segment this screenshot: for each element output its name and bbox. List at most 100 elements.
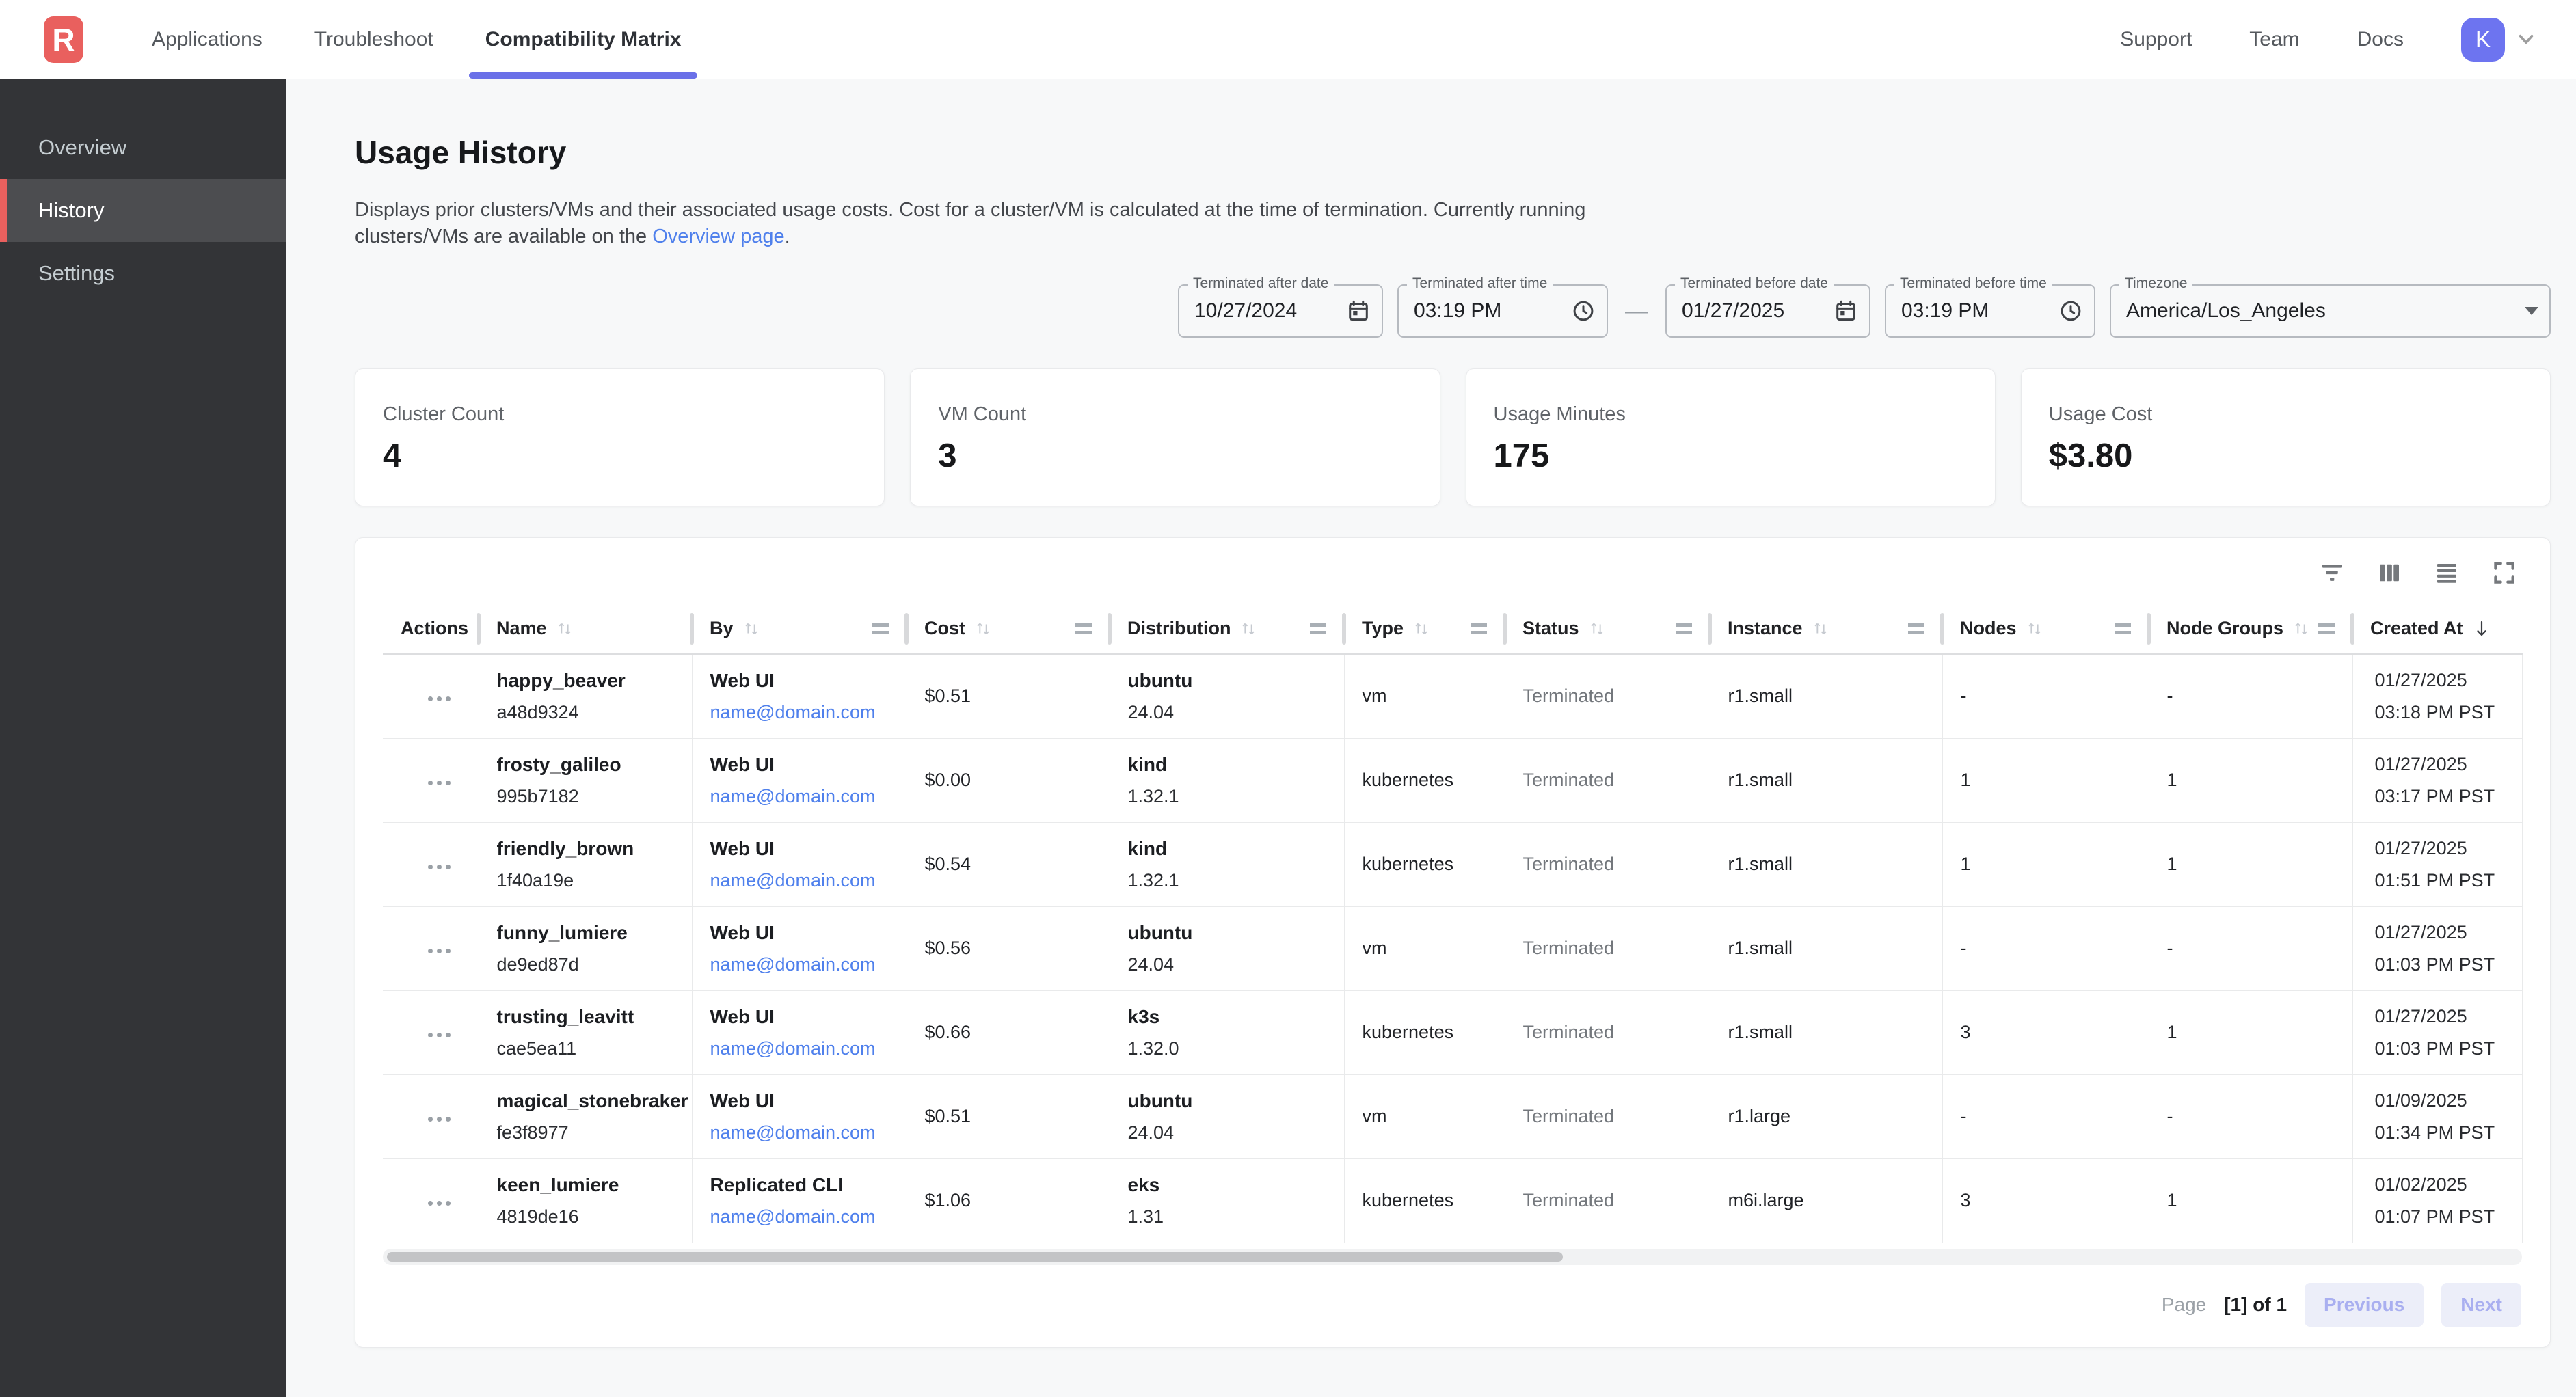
column-drag-handle[interactable]: [1908, 623, 1924, 634]
stat-value: $3.80: [2049, 437, 2523, 475]
sidebar-item-settings[interactable]: Settings: [0, 242, 286, 305]
column-drag-handle[interactable]: [872, 623, 889, 634]
row-actions-button[interactable]: [424, 1026, 455, 1044]
terminated-before-time-input[interactable]: Terminated before time 03:19 PM: [1885, 284, 2095, 338]
created-by-email-link[interactable]: name@domain.com: [710, 1033, 907, 1065]
stat-label: Usage Minutes: [1494, 403, 1968, 426]
row-actions-button[interactable]: [424, 942, 455, 960]
sidebar-item-overview[interactable]: Overview: [0, 116, 286, 179]
calendar-icon[interactable]: [1834, 299, 1858, 323]
filter-icon[interactable]: [2316, 557, 2348, 588]
sort-desc-icon[interactable]: [2471, 619, 2492, 639]
tab-troubleshoot[interactable]: Troubleshoot: [298, 0, 450, 79]
overview-page-link[interactable]: Overview page: [652, 226, 784, 247]
horizontal-scrollbar-track[interactable]: [383, 1249, 2522, 1265]
next-page-button[interactable]: Next: [2441, 1283, 2521, 1327]
row-actions-button[interactable]: [424, 1194, 455, 1212]
main-content: Usage History Displays prior clusters/VM…: [286, 79, 2576, 1397]
row-actions-button[interactable]: [424, 858, 455, 876]
sort-icon[interactable]: [742, 619, 761, 638]
terminated-before-date-input[interactable]: Terminated before date 01/27/2025: [1665, 284, 1870, 338]
sort-icon[interactable]: [1587, 619, 1607, 638]
type-cell: kubernetes: [1344, 822, 1505, 906]
stat-value: 4: [383, 437, 857, 475]
sort-icon[interactable]: [1412, 619, 1431, 638]
terminated-after-time-input[interactable]: Terminated after time 03:19 PM: [1397, 284, 1608, 338]
column-header-cost[interactable]: Cost: [907, 603, 1110, 654]
fullscreen-icon[interactable]: [2488, 557, 2520, 588]
sort-icon[interactable]: [2292, 619, 2311, 638]
created-date: 01/27/2025: [2375, 1001, 2522, 1033]
column-drag-handle[interactable]: [1075, 623, 1092, 634]
cluster-name: trusting_leavitt: [497, 1001, 692, 1033]
row-actions-button[interactable]: [424, 690, 455, 708]
column-header-nodes[interactable]: Nodes: [1942, 603, 2149, 654]
created-date: 01/09/2025: [2375, 1085, 2522, 1117]
tab-applications[interactable]: Applications: [135, 0, 279, 79]
table-toolbar: [383, 557, 2523, 588]
created-time: 01:03 PM PST: [2375, 949, 2522, 981]
created-by-email-link[interactable]: name@domain.com: [710, 949, 907, 981]
chevron-down-icon[interactable]: [2514, 28, 2538, 51]
node-groups-cell: -: [2149, 906, 2352, 990]
sort-icon[interactable]: [1811, 619, 1830, 638]
created-time: 01:51 PM PST: [2375, 865, 2522, 897]
nav-right-links: Support Team Docs K: [2120, 0, 2538, 79]
stat-card-cluster-count: Cluster Count 4: [355, 368, 885, 506]
sort-icon[interactable]: [2025, 619, 2044, 638]
horizontal-scrollbar-thumb[interactable]: [387, 1252, 1563, 1262]
timezone-select[interactable]: Timezone America/Los_Angeles: [2110, 284, 2551, 338]
column-header-type[interactable]: Type: [1344, 603, 1505, 654]
column-header-name[interactable]: Name: [479, 603, 692, 654]
replicated-logo[interactable]: R: [44, 16, 83, 63]
terminated-before-time-value: 03:19 PM: [1901, 299, 1989, 323]
nav-link-team[interactable]: Team: [2249, 28, 2299, 51]
column-header-node-groups[interactable]: Node Groups: [2149, 603, 2352, 654]
dropdown-caret-icon[interactable]: [2525, 307, 2538, 315]
created-by-email-link[interactable]: name@domain.com: [710, 696, 907, 729]
row-actions-button[interactable]: [424, 1110, 455, 1128]
account-menu[interactable]: K: [2461, 18, 2538, 62]
table-row: frosty_galileo995b7182 Web UIname@domain…: [383, 738, 2522, 822]
terminated-after-date-input[interactable]: Terminated after date 10/27/2024: [1178, 284, 1383, 338]
column-header-created-at[interactable]: Created At: [2352, 603, 2522, 654]
column-drag-handle[interactable]: [1676, 623, 1692, 634]
column-drag-handle[interactable]: [2318, 623, 2335, 634]
column-header-distribution[interactable]: Distribution: [1110, 603, 1344, 654]
nav-link-docs[interactable]: Docs: [2357, 28, 2404, 51]
created-by-email-link[interactable]: name@domain.com: [710, 1117, 907, 1149]
created-by-email-link[interactable]: name@domain.com: [710, 865, 907, 897]
column-drag-handle[interactable]: [2115, 623, 2131, 634]
cluster-name: frosty_galileo: [497, 748, 692, 781]
column-drag-handle[interactable]: [1310, 623, 1326, 634]
type-cell: kubernetes: [1344, 990, 1505, 1074]
avatar[interactable]: K: [2461, 18, 2505, 62]
sidebar-item-history[interactable]: History: [0, 179, 286, 242]
cluster-name: friendly_brown: [497, 832, 692, 865]
columns-icon[interactable]: [2374, 557, 2405, 588]
clock-icon[interactable]: [1571, 299, 1596, 323]
clock-icon[interactable]: [2058, 299, 2083, 323]
sort-icon[interactable]: [974, 619, 993, 638]
row-actions-button[interactable]: [424, 774, 455, 792]
density-icon[interactable]: [2431, 557, 2463, 588]
previous-page-button[interactable]: Previous: [2305, 1283, 2424, 1327]
column-drag-handle[interactable]: [1471, 623, 1487, 634]
sidebar: Overview History Settings: [0, 79, 286, 1397]
created-by-email-link[interactable]: name@domain.com: [710, 1201, 907, 1233]
type-cell: kubernetes: [1344, 738, 1505, 822]
nav-link-support[interactable]: Support: [2120, 28, 2192, 51]
column-label: Status: [1522, 618, 1579, 639]
tab-compatibility-matrix[interactable]: Compatibility Matrix: [469, 0, 698, 79]
created-by-email-link[interactable]: name@domain.com: [710, 781, 907, 813]
sort-icon[interactable]: [555, 619, 574, 638]
distribution-version: 1.32.1: [1128, 865, 1344, 897]
calendar-icon[interactable]: [1346, 299, 1371, 323]
column-header-by[interactable]: By: [692, 603, 907, 654]
created-date: 01/27/2025: [2375, 832, 2522, 865]
table-row: friendly_brown1f40a19e Web UIname@domain…: [383, 822, 2522, 906]
column-header-status[interactable]: Status: [1505, 603, 1710, 654]
nodes-cell: 1: [1942, 738, 2149, 822]
sort-icon[interactable]: [1239, 619, 1258, 638]
column-header-instance[interactable]: Instance: [1710, 603, 1942, 654]
